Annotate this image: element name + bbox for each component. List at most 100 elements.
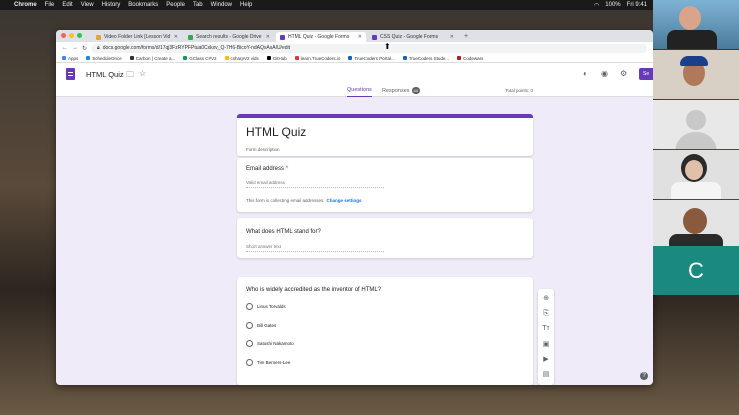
- wifi-icon[interactable]: ◠: [594, 2, 599, 9]
- add-title-icon[interactable]: Tт: [542, 325, 549, 333]
- participant-tile[interactable]: [653, 0, 739, 49]
- move-to-folder-icon[interactable]: 🗀︎: [126, 69, 134, 83]
- reload-icon[interactable]: ↻: [82, 45, 87, 52]
- back-icon[interactable]: ←: [62, 45, 68, 51]
- bookmark-learn-truecoders[interactable]: learn.TrueCoders.io: [294, 56, 340, 61]
- browser-tab-css-quiz[interactable]: CSS Quiz - Google Forms ✕: [368, 32, 458, 42]
- apps-grid-icon: [62, 56, 66, 60]
- email-field[interactable]: Valid email address: [246, 180, 384, 188]
- radio-button[interactable]: [246, 322, 253, 329]
- address-text: docs.google.com/forms/d/17qj3FzRYPFPtua0…: [102, 45, 291, 51]
- preview-eye-icon[interactable]: ◉: [601, 69, 608, 78]
- bookmark-truecoders-student[interactable]: TrueCoders Stude...: [402, 56, 449, 61]
- mac-menubar: Chrome File Edit View History Bookmarks …: [0, 0, 739, 10]
- participant-tile[interactable]: [653, 50, 739, 99]
- menu-app-name[interactable]: Chrome: [14, 2, 37, 8]
- question-title[interactable]: Who is widely accredited as the inventor…: [246, 287, 381, 293]
- menu-help[interactable]: Help: [240, 2, 252, 8]
- menu-edit[interactable]: Edit: [62, 2, 72, 8]
- form-title[interactable]: HTML Quiz: [246, 125, 306, 139]
- add-video-icon[interactable]: ▶: [543, 356, 548, 364]
- participant-face: [683, 208, 707, 234]
- forward-icon[interactable]: →: [72, 45, 78, 51]
- zoom-window-button[interactable]: [77, 33, 82, 38]
- question-card-html-stand-for[interactable]: What does HTML stand for? Short answer t…: [237, 218, 533, 258]
- menu-history[interactable]: History: [102, 2, 121, 8]
- participant-tile[interactable]: [653, 200, 739, 249]
- bookmark-github[interactable]: GitHub: [266, 56, 287, 61]
- help-icon[interactable]: ?: [640, 372, 648, 380]
- add-section-icon[interactable]: ▤: [543, 371, 550, 379]
- close-tab-icon[interactable]: ✕: [174, 34, 178, 40]
- menu-people[interactable]: People: [166, 2, 185, 8]
- radio-button[interactable]: [246, 340, 253, 347]
- bookmark-icon: [86, 56, 91, 60]
- bookmark-scheduleonce[interactable]: ScheduleOnce: [86, 56, 122, 61]
- close-tab-icon[interactable]: ✕: [450, 34, 454, 40]
- bookmark-csharp-vids[interactable]: csharpV2 vids: [224, 56, 259, 61]
- window-controls: [61, 33, 82, 38]
- menu-file[interactable]: File: [45, 2, 55, 8]
- browser-tab-html-quiz[interactable]: HTML Quiz - Google Forms ✕: [276, 32, 366, 42]
- participant-tile[interactable]: [653, 150, 739, 199]
- close-window-button[interactable]: [61, 33, 66, 38]
- email-label: Email address *: [246, 166, 289, 172]
- tab-questions[interactable]: Questions: [347, 87, 372, 97]
- clock-label[interactable]: Fri 9:41: [627, 2, 647, 9]
- menu-view[interactable]: View: [81, 2, 94, 8]
- baseball-cap: [680, 56, 708, 66]
- question-card-html-inventor[interactable]: Who is widely accredited as the inventor…: [237, 277, 533, 385]
- add-question-icon[interactable]: ⊕: [543, 295, 549, 303]
- bookmark-truecoders-portal[interactable]: TrueCoders Portal...: [348, 56, 395, 61]
- email-question-card[interactable]: Email address * Valid email address This…: [237, 158, 533, 212]
- option-row[interactable]: Linus Torvalds: [246, 303, 286, 310]
- new-tab-button[interactable]: +: [460, 32, 472, 42]
- menu-window[interactable]: Window: [211, 2, 232, 8]
- google-forms-logo-icon[interactable]: [66, 68, 75, 80]
- address-bar[interactable]: 🔒︎ docs.google.com/forms/d/17qj3FzRYPFPt…: [91, 43, 647, 53]
- google-forms-icon: [280, 34, 285, 40]
- form-description[interactable]: Form description: [246, 147, 280, 152]
- import-questions-icon[interactable]: ⎘: [543, 310, 549, 318]
- battery-label[interactable]: 100%: [605, 2, 620, 9]
- add-image-icon[interactable]: ▣: [543, 341, 550, 349]
- bookmark-gclass[interactable]: GClass C#V2: [183, 56, 217, 61]
- form-title-card[interactable]: HTML Quiz Form description: [237, 114, 533, 156]
- bookmark-apps[interactable]: Apps: [62, 56, 78, 61]
- star-icon[interactable]: ☆: [139, 69, 146, 78]
- option-row[interactable]: Satoshi Nakamoto: [246, 340, 294, 347]
- send-button[interactable]: Se: [639, 68, 653, 80]
- participant-shirt: [667, 30, 717, 49]
- menu-tab[interactable]: Tab: [193, 2, 203, 8]
- option-row[interactable]: Tim Berners-Lee: [246, 359, 290, 366]
- responses-count-badge: 44: [411, 87, 420, 94]
- tab-label: Search results - Google Drive: [196, 34, 262, 40]
- browser-tab-drive-search[interactable]: Search results - Google Drive ✕: [184, 32, 274, 42]
- bookmark-icon: [183, 56, 188, 60]
- participant-tile[interactable]: [653, 100, 739, 149]
- avatar-placeholder-icon: [686, 110, 706, 130]
- tab-label: HTML Quiz - Google Forms: [288, 34, 350, 40]
- radio-button[interactable]: [246, 359, 253, 366]
- minimize-window-button[interactable]: [69, 33, 74, 38]
- radio-button[interactable]: [246, 303, 253, 310]
- forms-header: HTML Quiz 🗀︎ ☆ ◐ ◉ ⚙ Se Questions Respon…: [56, 63, 653, 97]
- tab-responses[interactable]: Responses 44: [382, 87, 420, 94]
- bookmark-icon: [402, 56, 407, 60]
- close-tab-icon[interactable]: ✕: [358, 34, 362, 40]
- close-tab-icon[interactable]: ✕: [266, 34, 270, 40]
- document-title[interactable]: HTML Quiz: [86, 70, 124, 79]
- settings-gear-icon[interactable]: ⚙: [620, 69, 627, 78]
- participant-tile[interactable]: C: [653, 246, 739, 295]
- option-row[interactable]: Bill Gates: [246, 322, 276, 329]
- google-forms-icon: [372, 34, 377, 40]
- question-title[interactable]: What does HTML stand for?: [246, 229, 321, 235]
- bookmark-carbon[interactable]: Carbon | Create a...: [129, 56, 175, 61]
- customize-theme-icon[interactable]: ◐: [583, 69, 588, 78]
- tab-label: Video Folder Link [Lesson Vid: [104, 34, 171, 40]
- change-settings-link[interactable]: Change settings: [327, 198, 362, 203]
- participant-face: [685, 160, 703, 180]
- menu-bookmarks[interactable]: Bookmarks: [128, 2, 158, 8]
- bookmark-codewars[interactable]: Codewars: [457, 56, 483, 61]
- browser-tab-video-folder[interactable]: Video Folder Link [Lesson Vid ✕: [92, 32, 182, 42]
